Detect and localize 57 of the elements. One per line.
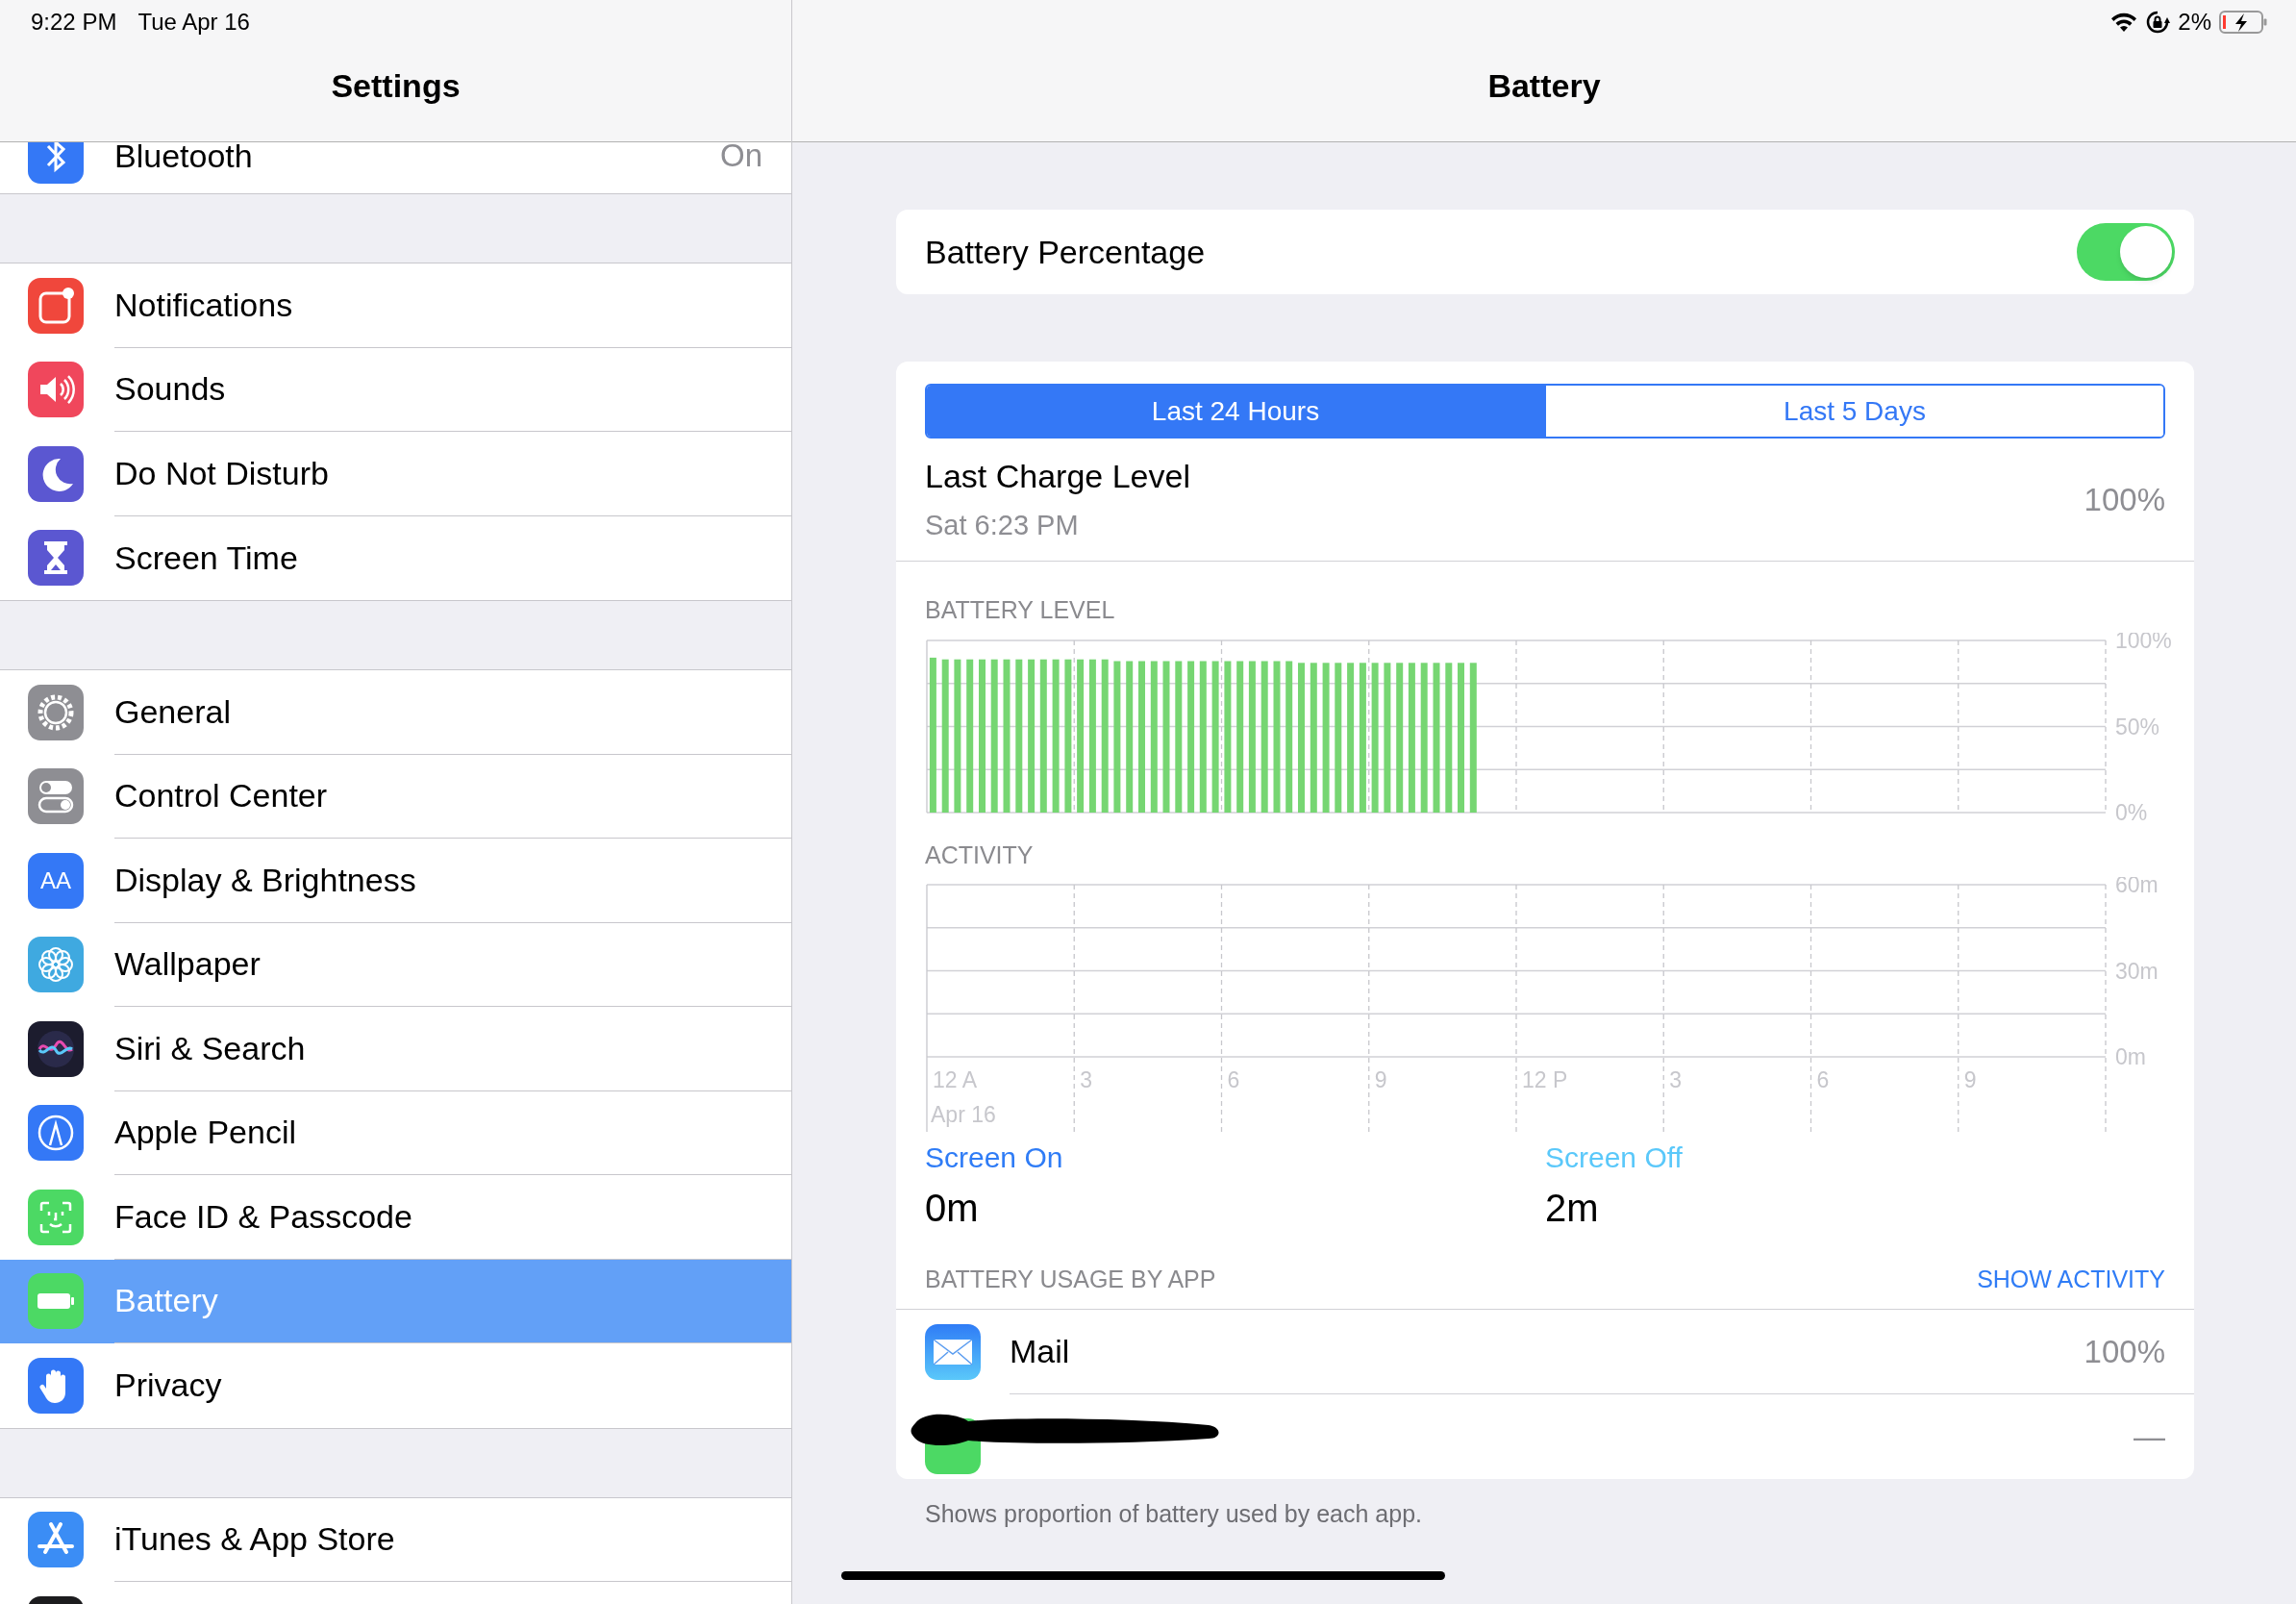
axis-label: 50% — [2115, 714, 2160, 739]
axis-label: 0m — [2115, 1044, 2146, 1069]
app-name: Mail — [1010, 1332, 1070, 1371]
wifi-icon — [2110, 12, 2138, 33]
status-date: Tue Apr 16 — [137, 8, 250, 37]
charge-label: Last Charge Level — [925, 457, 1190, 497]
section-header: BATTERY USAGE BY APP — [925, 1264, 1216, 1294]
charge-value: 100% — [2084, 480, 2165, 519]
nav-title: Settings — [331, 66, 461, 106]
hourglass-icon — [28, 530, 84, 587]
axis-label: 100% — [2115, 632, 2172, 653]
chart-title: ACTIVITY — [925, 840, 1035, 870]
battery-percent: 2% — [2178, 8, 2211, 37]
display-icon: AA — [28, 852, 84, 909]
axis-label: 3 — [1080, 1067, 1093, 1092]
axis-label: 6 — [1227, 1067, 1240, 1092]
usage-value: 100% — [2084, 1332, 2165, 1371]
stat-label: Screen On — [925, 1140, 1064, 1175]
speaker-icon — [28, 362, 84, 418]
gear-icon — [28, 684, 84, 740]
app-store-icon — [28, 1512, 84, 1568]
axis-label: 3 — [1669, 1067, 1683, 1092]
axis-label: 12 A — [933, 1067, 978, 1092]
axis-label: 9 — [1374, 1067, 1387, 1092]
battery-charging-icon — [2219, 11, 2267, 34]
stat-value: 0m — [925, 1186, 980, 1231]
battery-icon — [28, 1273, 84, 1330]
notification-icon — [28, 277, 84, 334]
nav-title: Battery — [1487, 66, 1601, 106]
moon-icon — [28, 445, 84, 502]
axis-label: 0% — [2115, 799, 2148, 825]
siri-icon — [28, 1020, 84, 1077]
usage-value: — — [2134, 1417, 2165, 1457]
segment-tab[interactable]: Last 24 Hours — [927, 386, 1544, 437]
stat-label: Screen Off — [1545, 1140, 1684, 1175]
toggle-switch[interactable] — [2077, 223, 2175, 281]
stat-value: 2m — [1545, 1186, 1600, 1231]
show-activity-link[interactable]: SHOW ACTIVITY — [1977, 1261, 2165, 1298]
rotation-lock-icon — [2145, 10, 2171, 35]
segment-tab[interactable]: Last 5 Days — [1544, 386, 2163, 437]
flower-icon — [28, 937, 84, 993]
axis-label: 60m — [2115, 877, 2159, 897]
status-time: 9:22 PM — [31, 8, 117, 37]
footer-note: Shows proportion of battery used by each app. — [924, 1499, 1423, 1529]
mail-icon — [925, 1324, 981, 1380]
date-label: Apr 16 — [931, 1102, 996, 1127]
axis-label: 6 — [1816, 1067, 1830, 1092]
face-scan-icon — [28, 1189, 84, 1245]
axis-label: 9 — [1963, 1067, 1977, 1092]
axis-label: 12 P — [1522, 1067, 1568, 1092]
toggles-icon — [28, 768, 84, 825]
hand-icon — [28, 1357, 84, 1414]
setting-label: Battery Percentage — [925, 232, 1206, 272]
axis-label: 30m — [2115, 958, 2159, 984]
pencil-icon — [28, 1105, 84, 1162]
charge-time: Sat 6:23 PM — [925, 509, 1080, 543]
chart-title: BATTERY LEVEL — [925, 595, 1116, 625]
